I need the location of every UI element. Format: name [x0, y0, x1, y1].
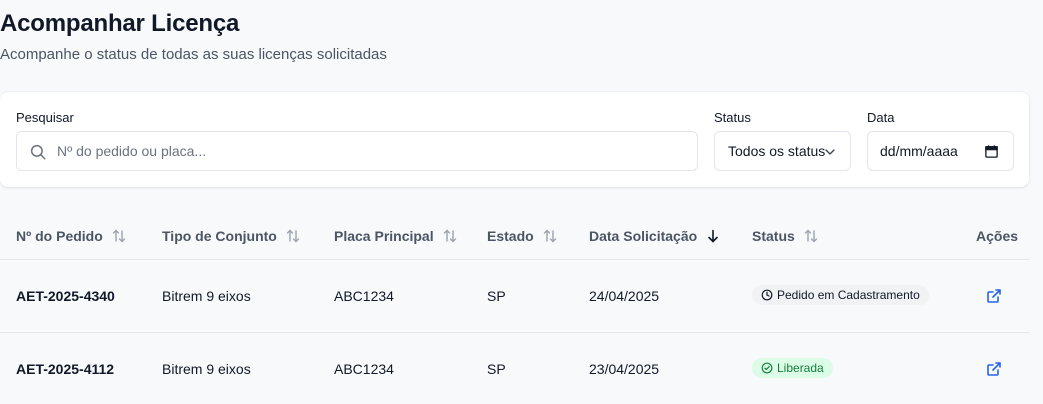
- search-field[interactable]: [16, 131, 698, 171]
- cell-pedido: AET-2025-4340: [16, 288, 115, 304]
- external-link-icon[interactable]: [986, 361, 1002, 377]
- column-header-data[interactable]: Data Solicitação: [589, 228, 721, 244]
- column-header-pedido[interactable]: Nº do Pedido: [16, 228, 127, 244]
- column-header-acoes: Ações: [976, 228, 1018, 244]
- cell-data: 24/04/2025: [589, 288, 660, 304]
- status-badge-label: Liberada: [777, 361, 824, 375]
- column-header-label: Placa Principal: [334, 228, 434, 244]
- column-header-label: Ações: [976, 228, 1019, 244]
- clock-icon: [761, 289, 773, 301]
- date-input[interactable]: dd/mm/aaaa: [867, 131, 1014, 171]
- sort-icon: [286, 229, 300, 243]
- table-row[interactable]: AET-2025-4112 Bitrem 9 eixos ABC1234 SP …: [0, 333, 1030, 404]
- search-label: Pesquisar: [16, 110, 74, 125]
- date-input-placeholder: dd/mm/aaaa: [880, 143, 958, 159]
- sort-icon: [443, 229, 456, 243]
- check-circle-icon: [761, 362, 773, 374]
- calendar-icon[interactable]: [984, 144, 999, 159]
- search-input[interactable]: [57, 132, 687, 170]
- filter-panel: Pesquisar Status Todos os status Data dd…: [0, 92, 1029, 187]
- status-badge: Liberada: [752, 358, 833, 378]
- cell-estado: SP: [487, 288, 506, 304]
- cell-estado: SP: [487, 361, 506, 377]
- table-header: Nº do Pedido Tipo de Conjunto Placa Prin…: [0, 210, 1030, 260]
- cell-tipo: Bitrem 9 eixos: [162, 288, 251, 304]
- column-header-label: Nº do Pedido: [16, 228, 103, 244]
- page-title: Acompanhar Licença: [0, 10, 240, 37]
- page-subtitle: Acompanhe o status de todas as suas lice…: [0, 46, 387, 63]
- chevron-down-icon: [825, 149, 835, 155]
- sort-icon: [804, 229, 817, 243]
- column-header-label: Tipo de Conjunto: [162, 228, 277, 244]
- table-row[interactable]: AET-2025-4340 Bitrem 9 eixos ABC1234 SP …: [0, 260, 1030, 333]
- date-filter-label: Data: [867, 110, 895, 125]
- column-header-placa[interactable]: Placa Principal: [334, 228, 458, 244]
- column-header-tipo[interactable]: Tipo de Conjunto: [162, 228, 301, 244]
- cell-placa: ABC1234: [334, 288, 394, 304]
- column-header-status[interactable]: Status: [752, 228, 819, 244]
- cell-data: 23/04/2025: [589, 361, 660, 377]
- status-select-value: Todos os status: [728, 143, 826, 159]
- sort-desc-icon: [708, 229, 718, 243]
- status-select[interactable]: Todos os status: [714, 131, 851, 171]
- column-header-label: Data Solicitação: [589, 228, 698, 244]
- column-header-estado[interactable]: Estado: [487, 228, 558, 244]
- cell-pedido: AET-2025-4112: [16, 361, 115, 377]
- sort-icon: [112, 229, 125, 243]
- status-filter-label: Status: [714, 110, 751, 125]
- cell-tipo: Bitrem 9 eixos: [162, 361, 251, 377]
- external-link-icon[interactable]: [986, 288, 1002, 304]
- cell-placa: ABC1234: [334, 361, 394, 377]
- column-header-label: Estado: [487, 228, 534, 244]
- status-badge-label: Pedido em Cadastramento: [777, 288, 920, 302]
- search-icon: [30, 144, 46, 160]
- status-badge: Pedido em Cadastramento: [752, 285, 929, 305]
- column-header-label: Status: [752, 228, 795, 244]
- sort-icon: [543, 229, 556, 243]
